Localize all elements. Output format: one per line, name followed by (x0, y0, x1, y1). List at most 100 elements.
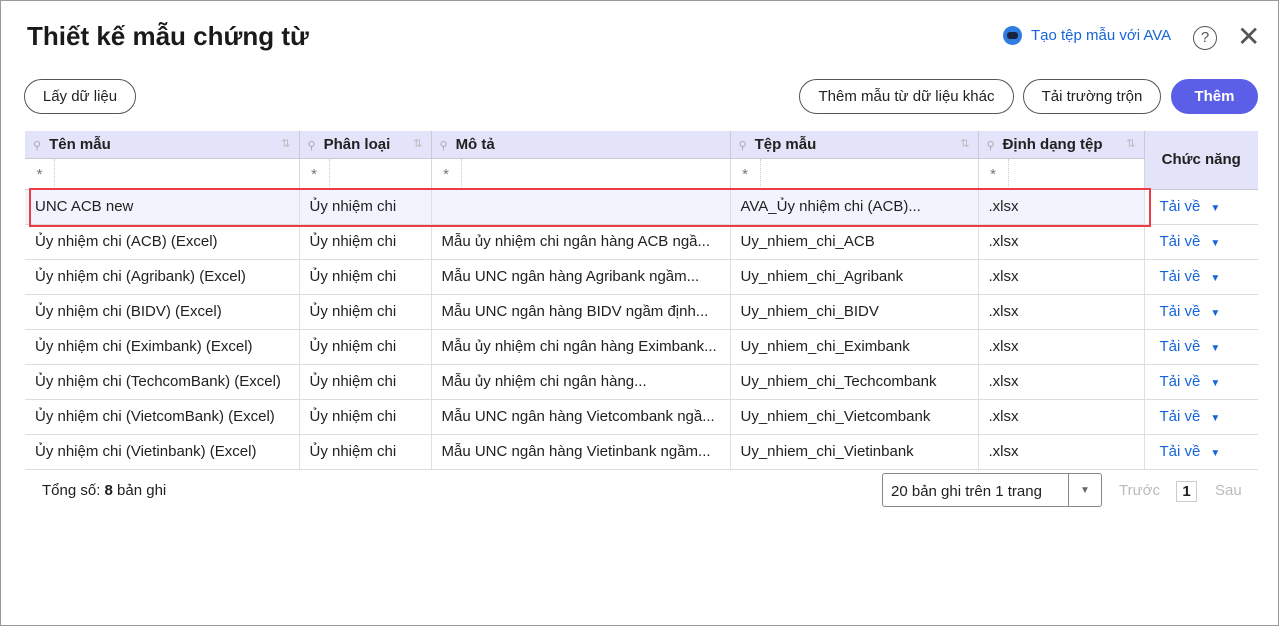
table-cell: Mẫu UNC ngân hàng BIDV ngầm định... (431, 294, 731, 330)
download-dropdown[interactable]: Tải về ▼ (1143, 364, 1258, 400)
download-label: Tải về (1159, 303, 1201, 320)
caret-down-icon[interactable]: ▼ (1210, 448, 1220, 459)
column-header[interactable]: ⚲ Phân loại ⇅ (299, 131, 432, 159)
column-header[interactable]: ⚲ Tệp mẫu ⇅ (730, 131, 979, 159)
table-cell: Mẫu UNC ngân hàng Vietinbank ngầm... (431, 434, 731, 470)
help-icon[interactable]: ? (1193, 26, 1217, 50)
table-cell: Ủy nhiệm chi (299, 224, 432, 260)
table-cell: Ủy nhiệm chi (299, 294, 432, 330)
table-cell: Ủy nhiệm chi (VietcomBank) (Excel) (25, 399, 300, 435)
total-records: Tổng số: 8 bản ghi (42, 482, 166, 499)
column-title: Mô tả (455, 135, 495, 153)
caret-down-icon[interactable]: ▼ (1210, 273, 1220, 284)
add-from-other-data-button[interactable]: Thêm mẫu từ dữ liệu khác (799, 79, 1014, 114)
caret-down-icon[interactable]: ▼ (1210, 343, 1220, 354)
pin-icon[interactable]: ⚲ (33, 140, 41, 152)
download-dropdown[interactable]: Tải về ▼ (1143, 329, 1258, 365)
caret-down-icon[interactable]: ▼ (1210, 308, 1220, 319)
download-dropdown[interactable]: Tải về ▼ (1143, 399, 1258, 435)
page-size-select[interactable]: 20 bản ghi trên 1 trang ▼ (882, 473, 1102, 507)
table-cell: Mẫu ủy nhiệm chi ngân hàng... (431, 364, 731, 400)
table-cell: Ủy nhiệm chi (299, 329, 432, 365)
table-row[interactable]: Ủy nhiệm chi (Agribank) (Excel) Ủy nhiệm … (25, 259, 1258, 295)
sort-icon[interactable]: ⇅ (413, 137, 422, 150)
download-dropdown[interactable]: Tải về ▼ (1143, 189, 1258, 225)
table-cell: .xlsx (978, 224, 1145, 260)
sort-icon[interactable]: ⇅ (281, 137, 290, 150)
table-cell: Ủy nhiệm chi (299, 434, 432, 470)
pin-icon[interactable]: ⚲ (440, 140, 448, 152)
table-cell: Ủy nhiệm chi (ACB) (Excel) (25, 224, 300, 260)
download-label: Tải về (1159, 233, 1201, 250)
table-row[interactable]: Ủy nhiệm chi (Vietinbank) (Excel) Ủy nhiệ… (25, 434, 1258, 470)
table-cell: Ủy nhiệm chi (299, 189, 432, 225)
download-label: Tải về (1159, 198, 1201, 215)
filter-operator[interactable]: * (731, 158, 761, 189)
total-suffix: bản ghi (112, 482, 167, 499)
header-row: ⚲ Tên mẫu ⇅ ⚲ Phân loại ⇅ ⚲ Mô tả ⚲ Tệp mẫu ⇅ ⚲ Định… (25, 131, 1258, 190)
filter-operator[interactable]: * (979, 158, 1009, 189)
prev-page-button[interactable]: Trước (1119, 482, 1160, 499)
column-filter-input[interactable]: * (978, 158, 1145, 190)
column-filter-input[interactable]: * (730, 158, 979, 190)
download-label: Tải về (1159, 338, 1201, 355)
caret-down-icon[interactable]: ▼ (1210, 378, 1220, 389)
table-row[interactable]: Ủy nhiệm chi (VietcomBank) (Excel) Ủy nhi… (25, 399, 1258, 435)
table-row[interactable]: Ủy nhiệm chi (BIDV) (Excel) Ủy nhiệm chi M… (25, 294, 1258, 330)
column-filter-input[interactable]: * (299, 158, 432, 190)
current-page[interactable]: 1 (1176, 481, 1197, 502)
table-cell: Mẫu ủy nhiệm chi ngân hàng Eximbank... (431, 329, 731, 365)
filter-operator[interactable]: * (25, 158, 55, 189)
download-dropdown[interactable]: Tải về ▼ (1143, 434, 1258, 470)
table-cell: Mẫu UNC ngân hàng Vietcombank ngầ... (431, 399, 731, 435)
sort-icon[interactable]: ⇅ (960, 137, 969, 150)
table-row[interactable]: UNC ACB new Ủy nhiệm chi AVA_Ủy nhiệm chi … (25, 189, 1258, 225)
pin-icon[interactable]: ⚲ (739, 140, 747, 152)
column-filter-input[interactable]: * (25, 158, 300, 190)
table-row[interactable]: Ủy nhiệm chi (Eximbank) (Excel) Ủy nhiệm … (25, 329, 1258, 365)
total-prefix: Tổng số: (42, 482, 105, 499)
table-cell (431, 189, 731, 225)
table-row[interactable]: Ủy nhiệm chi (ACB) (Excel) Ủy nhiệm chi Mẫ… (25, 224, 1258, 260)
table-cell: Ủy nhiệm chi (299, 399, 432, 435)
table-cell: .xlsx (978, 189, 1145, 225)
next-page-button[interactable]: Sau (1215, 482, 1242, 499)
table-cell: .xlsx (978, 364, 1145, 400)
pin-icon[interactable]: ⚲ (987, 140, 995, 152)
table-row[interactable]: Ủy nhiệm chi (TechcomBank) (Excel) Ủy nhi… (25, 364, 1258, 400)
filter-operator[interactable]: * (432, 158, 462, 189)
chevron-down-icon[interactable]: ▼ (1068, 474, 1101, 506)
table-cell: Uy_nhiem_chi_Eximbank (730, 329, 979, 365)
table-cell: Ủy nhiệm chi (299, 364, 432, 400)
download-dropdown[interactable]: Tải về ▼ (1143, 294, 1258, 330)
download-dropdown[interactable]: Tải về ▼ (1143, 224, 1258, 260)
create-with-ava-link[interactable]: Tạo tệp mẫu với AVA (1003, 26, 1171, 45)
filter-row: * * * * * (25, 158, 1258, 190)
column-header[interactable]: ⚲ Tên mẫu ⇅ (25, 131, 300, 159)
table-cell: .xlsx (978, 399, 1145, 435)
filter-operator[interactable]: * (300, 158, 330, 189)
get-data-button[interactable]: Lấy dữ liệu (24, 79, 136, 114)
column-filter-input[interactable]: * (431, 158, 731, 190)
sort-icon[interactable]: ⇅ (1126, 137, 1135, 150)
download-dropdown[interactable]: Tải về ▼ (1143, 259, 1258, 295)
column-title: Tên mẫu (49, 135, 111, 153)
download-merge-fields-button[interactable]: Tải trường trộn (1023, 79, 1161, 114)
table-cell: Uy_nhiem_chi_BIDV (730, 294, 979, 330)
caret-down-icon[interactable]: ▼ (1210, 203, 1220, 214)
table-cell: Uy_nhiem_chi_ACB (730, 224, 979, 260)
caret-down-icon[interactable]: ▼ (1210, 413, 1220, 424)
column-header[interactable]: ⚲ Mô tả (431, 131, 731, 159)
add-button[interactable]: Thêm (1171, 79, 1258, 114)
pin-icon[interactable]: ⚲ (308, 140, 316, 152)
table-cell: Ủy nhiệm chi (Agribank) (Excel) (25, 259, 300, 295)
caret-down-icon[interactable]: ▼ (1210, 238, 1220, 249)
column-header[interactable]: ⚲ Định dạng tệp ⇅ (978, 131, 1145, 159)
table-cell: Ủy nhiệm chi (Vietinbank) (Excel) (25, 434, 300, 470)
dialog: Thiết kế mẫu chứng từ Tạo tệp mẫu với AV… (0, 0, 1279, 626)
table-cell: Mẫu UNC ngân hàng Agribank ngầm... (431, 259, 731, 295)
table-cell: Uy_nhiem_chi_Vietinbank (730, 434, 979, 470)
templates-table: ⚲ Tên mẫu ⇅ ⚲ Phân loại ⇅ ⚲ Mô tả ⚲ Tệp mẫu ⇅ ⚲ Định… (25, 131, 1258, 470)
table-cell: Ủy nhiệm chi (Eximbank) (Excel) (25, 329, 300, 365)
close-icon[interactable]: ✕ (1237, 23, 1260, 51)
